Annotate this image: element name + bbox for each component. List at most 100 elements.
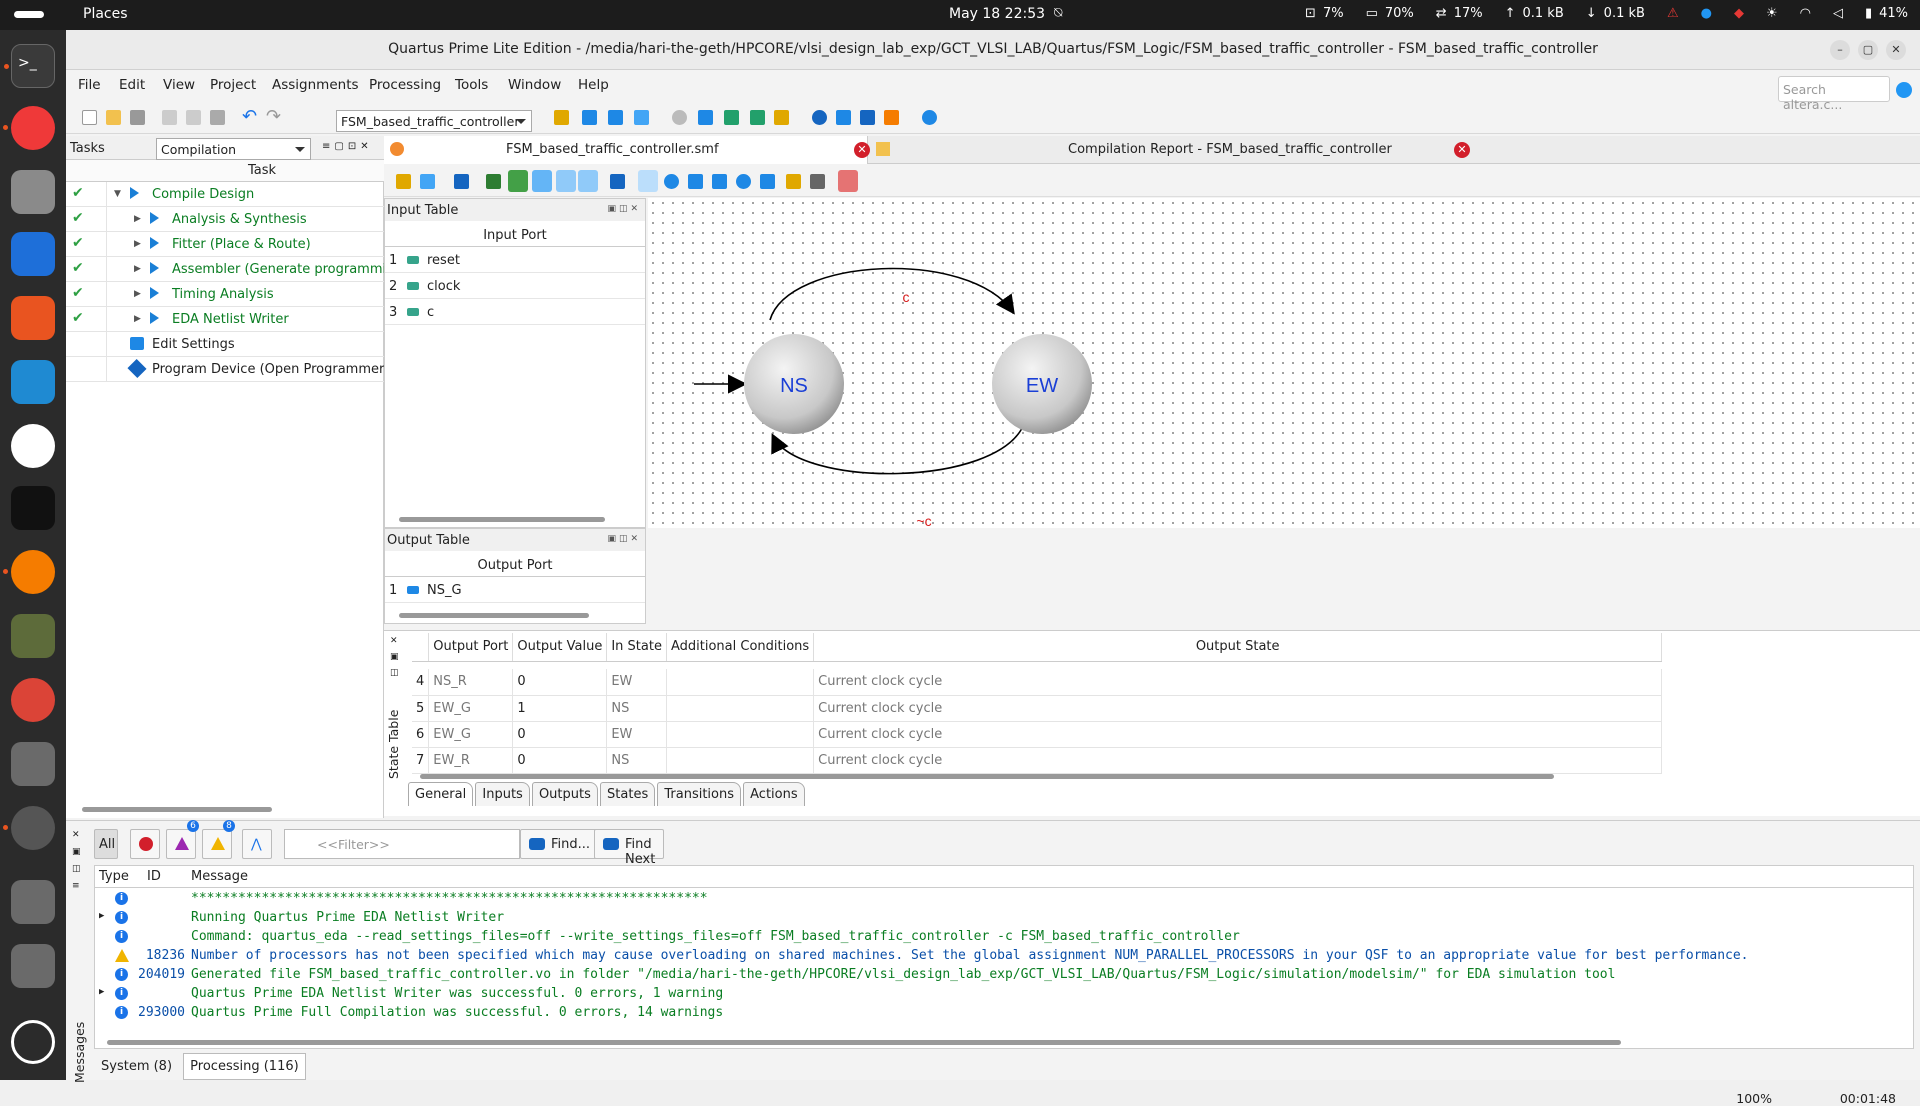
terminal-icon[interactable]: >_ <box>4 44 55 88</box>
run-icon[interactable] <box>150 287 165 299</box>
task-row[interactable]: ✔ ▶ Analysis & Synthesis <box>66 207 384 232</box>
horizontal-scrollbar[interactable] <box>399 613 589 618</box>
col-output-port[interactable]: Output Port <box>428 633 514 662</box>
tab-system[interactable]: System (8) <box>94 1053 179 1080</box>
expand-icon[interactable]: ▶ <box>134 289 141 299</box>
cell-conditions[interactable] <box>666 721 815 748</box>
mail-icon[interactable] <box>11 614 55 658</box>
cell-output-port[interactable]: EW_G <box>428 695 514 722</box>
filter-input[interactable]: <<Filter>> <box>284 829 520 859</box>
vscode-icon[interactable] <box>11 360 55 404</box>
run-icon[interactable] <box>150 312 165 324</box>
maximize-button[interactable]: ▢ <box>1858 40 1878 60</box>
find-button[interactable]: Find... <box>520 829 600 859</box>
cell-output-value[interactable]: 0 <box>512 669 608 696</box>
col-id[interactable]: ID <box>147 869 161 884</box>
task-row[interactable]: ✔ ▶ Timing Analysis <box>66 282 384 307</box>
menu-file[interactable]: File <box>78 77 101 93</box>
close-tab-icon[interactable]: ✕ <box>1454 142 1470 158</box>
close-button[interactable]: ✕ <box>1886 40 1906 60</box>
anydesk-tray-icon[interactable]: ◆ <box>1734 6 1744 21</box>
activities-button[interactable] <box>14 11 44 18</box>
menu-help[interactable]: Help <box>578 77 609 93</box>
col-in-state[interactable]: In State <box>606 633 667 662</box>
tab-inputs[interactable]: Inputs <box>475 782 530 806</box>
volume-icon[interactable]: ◁ <box>1833 6 1843 21</box>
tab-processing[interactable]: Processing (116) <box>183 1053 306 1080</box>
tab-general[interactable]: General <box>408 782 474 806</box>
zoom-fit-icon[interactable] <box>688 174 703 189</box>
task-row[interactable]: ✔ ▶ EDA Netlist Writer <box>66 307 384 332</box>
anydesk-icon[interactable] <box>11 486 55 530</box>
table-row[interactable]: 6 EW_G 0 EW Current clock cycle <box>412 721 1663 748</box>
cell-in-state[interactable]: EW <box>606 721 667 748</box>
cell-in-state[interactable]: NS <box>606 695 667 722</box>
firefox-icon[interactable] <box>3 550 55 594</box>
col-output-state[interactable]: Output State <box>813 633 1663 662</box>
menu-window[interactable]: Window <box>508 77 561 93</box>
settings-icon[interactable] <box>3 806 55 850</box>
col-message[interactable]: Message <box>191 869 248 884</box>
vivaldi-icon[interactable] <box>3 106 55 150</box>
search-input[interactable]: Search altera.c... <box>1778 76 1890 112</box>
table-row[interactable]: 4 NS_R 0 EW Current clock cycle <box>412 669 1663 696</box>
cell-output-state[interactable]: Current clock cycle <box>813 695 1663 722</box>
panel-buttons[interactable]: ▣◫✕ <box>607 534 641 544</box>
netlist-viewer-icon[interactable] <box>836 110 851 125</box>
cell-output-port[interactable]: EW_R <box>428 747 514 774</box>
import-icon[interactable] <box>396 174 411 189</box>
cell-conditions[interactable] <box>666 695 815 722</box>
document-viewer-icon[interactable] <box>11 232 55 276</box>
expand-icon[interactable]: ▶ <box>99 911 104 921</box>
filter-errors-button[interactable] <box>130 829 160 859</box>
tab-actions[interactable]: Actions <box>743 782 805 806</box>
transition-tool-icon[interactable] <box>532 170 552 192</box>
filter-critical-warnings-button[interactable]: 6 <box>166 820 199 859</box>
panel-buttons[interactable]: ✕ ▣ ◫ <box>390 633 400 681</box>
panel-buttons[interactable]: ✕ ▣ ◫ ≡ <box>72 827 82 895</box>
state-diagram-canvas[interactable]: NS EW c ~c <box>648 198 1920 529</box>
system-status-area[interactable]: ⊡ 7% ▭ 70% ⇄ 17% ↑ 0.1 kB ↓ 0.1 kB ⚠ ● ◆ ☀ ◠ … <box>1305 6 1908 21</box>
expand-icon[interactable]: ▶ <box>134 264 141 274</box>
redo-icon[interactable]: ↷ <box>266 106 281 127</box>
save-icon[interactable] <box>130 110 145 125</box>
programmer-icon[interactable] <box>860 110 875 125</box>
table-row[interactable]: 7 EW_R 0 NS Current clock cycle <box>412 747 1663 774</box>
expand-icon[interactable]: ▶ <box>99 987 104 997</box>
places-menu[interactable]: Places <box>83 6 128 22</box>
tab-smf[interactable]: FSM_based_traffic_controller.smf ✕ <box>384 136 870 164</box>
cell-output-value[interactable]: 0 <box>512 721 608 748</box>
panel-buttons[interactable]: ▣◫✕ <box>607 204 641 214</box>
find-icon[interactable] <box>454 174 469 189</box>
ssd-drive-icon[interactable] <box>11 742 55 786</box>
run-icon[interactable] <box>130 187 145 199</box>
start-compilation-icon[interactable] <box>698 110 713 125</box>
cell-output-port[interactable]: NS_R <box>428 669 514 696</box>
cell-output-value[interactable]: 0 <box>512 747 608 774</box>
undo-icon[interactable]: ↶ <box>242 106 257 127</box>
zoom-in-icon[interactable] <box>664 174 679 189</box>
clock[interactable]: May 18 22:53 <box>949 6 1045 22</box>
table-view-icon[interactable] <box>556 170 576 192</box>
project-select[interactable]: FSM_based_traffic_controller <box>336 110 532 132</box>
table-row[interactable]: 5 EW_G 1 NS Current clock cycle <box>412 695 1663 722</box>
export-icon[interactable] <box>420 174 435 189</box>
collapse-icon[interactable]: ▼ <box>114 189 121 199</box>
cell-conditions[interactable] <box>666 669 815 696</box>
task-row[interactable]: ✔ ▼ Compile Design <box>66 182 384 207</box>
cell-output-state[interactable]: Current clock cycle <box>813 669 1663 696</box>
xb-icon[interactable] <box>578 170 598 192</box>
horizontal-scrollbar[interactable] <box>107 1040 1621 1045</box>
assembler-icon[interactable] <box>774 110 789 125</box>
slack-icon[interactable] <box>11 424 55 468</box>
fitter-icon[interactable] <box>750 110 765 125</box>
close-tab-icon[interactable]: ✕ <box>854 142 870 158</box>
input-row[interactable]: 1 reset <box>385 247 645 273</box>
input-row[interactable]: 2 clock <box>385 273 645 299</box>
add-state-icon[interactable] <box>736 174 751 189</box>
chip-planner-icon[interactable] <box>634 110 649 125</box>
ssd-drive-icon[interactable] <box>11 944 55 988</box>
suppress-button[interactable]: ⋀ <box>242 829 272 859</box>
run-icon[interactable] <box>150 262 165 274</box>
state-tool-icon[interactable] <box>508 170 528 192</box>
